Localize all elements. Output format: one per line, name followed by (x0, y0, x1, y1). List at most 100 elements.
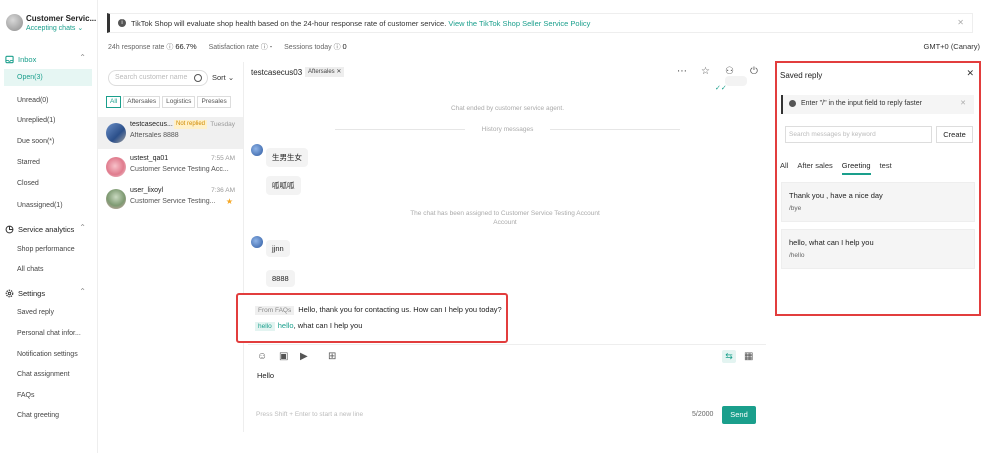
metrics-bar: 24h response rate ⓘ 66.7% Satisfaction r… (108, 42, 357, 52)
sidebar-item-all-chats[interactable]: All chats (4, 261, 92, 278)
search-placeholder: Search messages by keyword (789, 131, 876, 138)
tab-greeting[interactable]: Greeting (841, 161, 871, 175)
video-icon[interactable]: ▶ (300, 351, 308, 362)
sidebar-item-personal-chat-info[interactable]: Personal chat infor... (4, 325, 92, 342)
sidebar-item-chat-assignment[interactable]: Chat assignment (4, 366, 92, 383)
conversation-name: user_lixoyl (130, 187, 164, 194)
sidebar-item-chat-greeting[interactable]: Chat greeting (4, 407, 92, 424)
nav-section-inbox[interactable]: Inbox ⌃ (0, 52, 98, 68)
sidebar-item-unassigned[interactable]: Unassigned(1) (4, 197, 92, 214)
tab-test[interactable]: test (880, 161, 892, 173)
filter-aftersales[interactable]: Aftersales (123, 96, 161, 108)
agent-status[interactable]: Accepting chats ⌄ (26, 24, 83, 32)
sidebar-item-open[interactable]: Open(3) (4, 69, 92, 86)
filter-presales[interactable]: Presales (197, 96, 231, 108)
conversation-time: 7:55 AM (211, 155, 235, 162)
aftersales-tag: Aftersales ✕ (305, 67, 345, 77)
policy-banner: i TikTok Shop will evaluate shop health … (107, 13, 973, 33)
customer-name[interactable]: testcasecus03 (251, 68, 302, 77)
policy-link[interactable]: View the TikTok Shop Seller Service Poli… (448, 19, 590, 28)
satisfaction-label: Satisfaction rate (208, 44, 259, 51)
response-rate-value: 66.7% (175, 42, 197, 51)
read-check-icon: ✓✓ (715, 85, 727, 92)
divider (550, 129, 680, 130)
history-divider-label: History messages (481, 126, 534, 133)
chat-filters: All Aftersales Logistics Presales (106, 96, 233, 108)
conversation-time: Tuesday (210, 121, 235, 128)
saved-reply-suggestion[interactable]: hello hello, what can I help you (255, 321, 362, 331)
timezone-label: GMT+0 (Canary) (923, 42, 980, 51)
close-icon[interactable]: ✕ (960, 99, 966, 107)
conversation-item[interactable]: testcasecus... Not replied Tuesday After… (98, 117, 243, 149)
help-icon[interactable]: ⓘ (166, 44, 173, 51)
sidebar-item-unread[interactable]: Unread(0) (4, 92, 92, 109)
tab-all[interactable]: All (780, 161, 788, 173)
conversation-name: testcasecus... (130, 121, 173, 128)
faq-badge: From FAQs (255, 306, 295, 315)
more-icon[interactable]: ⋯ (677, 66, 687, 77)
nav-section-label: Settings (18, 289, 46, 298)
sidebar-item-starred[interactable]: Starred (4, 154, 92, 171)
customer-message: 呱呱呱 (266, 176, 301, 195)
send-button[interactable]: Send (722, 406, 756, 424)
image-icon[interactable]: ▣ (279, 351, 288, 362)
filter-logistics[interactable]: Logistics (162, 96, 196, 108)
sidebar-item-shop-performance[interactable]: Shop performance (4, 241, 92, 258)
quick-reply-icon[interactable]: ⇆ (722, 350, 736, 363)
search-icon[interactable] (194, 74, 202, 82)
customer-search-input[interactable]: Search customer name (108, 70, 208, 86)
end-chat-icon[interactable]: ⏻ (750, 66, 758, 77)
faq-suggestion[interactable]: From FAQs Hello, thank you for contacting… (255, 305, 502, 315)
conversation-preview: Aftersales 8888 (130, 132, 179, 139)
text-format-icon[interactable]: ⊞ (328, 351, 336, 362)
sidebar-item-notification-settings[interactable]: Notification settings (4, 346, 92, 363)
system-message: The chat has been assigned to Customer S… (410, 210, 600, 226)
sidebar-item-unreplied[interactable]: Unreplied(1) (4, 112, 92, 129)
nav-section-analytics[interactable]: Service analytics ⌃ (0, 222, 98, 238)
saved-reply-search-input[interactable]: Search messages by keyword (785, 126, 932, 143)
conversation-name: ustest_qa01 (130, 155, 169, 162)
tab-after-sales[interactable]: After sales (797, 161, 832, 173)
saved-reply-card[interactable]: Thank you , have a nice day /bye (781, 182, 975, 222)
tip-text: Enter "/" in the input field to reply fa… (801, 100, 922, 107)
sidebar-item-due-soon[interactable]: Due soon(*) (4, 133, 92, 150)
saved-reply-panel: Saved reply ✕ Enter "/" in the input fie… (775, 61, 981, 316)
info-icon (789, 100, 796, 107)
chevron-up-icon: ⌃ (79, 53, 86, 62)
conversation-item[interactable]: user_lixoyl 7:36 AM Customer Service Tes… (98, 183, 243, 215)
previous-message-bubble (725, 76, 747, 86)
nav-section-settings[interactable]: Settings ⌃ (0, 286, 98, 302)
help-icon[interactable]: ⓘ (261, 44, 268, 51)
close-icon[interactable]: ✕ (966, 68, 974, 79)
sessions-label: Sessions today (284, 44, 332, 51)
filter-all[interactable]: All (106, 96, 122, 108)
sidebar: Customer Servic... Accepting chats ⌄ Inb… (0, 0, 98, 453)
message-input[interactable]: Hello (257, 371, 274, 380)
satisfaction-value: - (269, 42, 273, 51)
response-rate-label: 24h response rate (108, 44, 165, 51)
star-icon[interactable]: ★ (226, 197, 233, 206)
input-hint: Press Shift + Enter to start a new line (256, 411, 364, 418)
gear-icon (5, 289, 14, 298)
star-outline-icon[interactable]: ☆ (701, 66, 710, 77)
sidebar-item-faqs[interactable]: FAQs (4, 387, 92, 404)
shop-name: Customer Servic... (26, 14, 97, 23)
saved-reply-card[interactable]: hello, what can I help you /hello (781, 229, 975, 269)
character-count: 5/2000 (692, 411, 714, 418)
chat-list: Search customer name Sort ⌄ All Aftersale… (98, 62, 244, 432)
close-icon[interactable]: ✕ (336, 69, 341, 75)
conversation-item[interactable]: ustest_qa01 7:55 AM Customer Service Tes… (98, 151, 243, 183)
grid-icon[interactable]: ▦ (744, 351, 753, 362)
nav-section-label: Service analytics (18, 225, 75, 234)
create-button[interactable]: Create (936, 126, 973, 143)
panel-title: Saved reply (780, 71, 823, 80)
sidebar-item-saved-reply[interactable]: Saved reply (4, 304, 92, 321)
shop-switcher[interactable]: Customer Servic... Accepting chats ⌄ (6, 12, 98, 36)
keyword-highlight: hello (277, 321, 294, 330)
system-message: Chat ended by customer service agent. (450, 105, 565, 112)
sort-dropdown[interactable]: Sort ⌄ (212, 73, 234, 82)
help-icon[interactable]: ⓘ (334, 44, 341, 51)
emoji-icon[interactable]: ☺ (257, 351, 267, 362)
sidebar-item-closed[interactable]: Closed (4, 175, 92, 192)
close-icon[interactable]: ✕ (957, 18, 964, 27)
